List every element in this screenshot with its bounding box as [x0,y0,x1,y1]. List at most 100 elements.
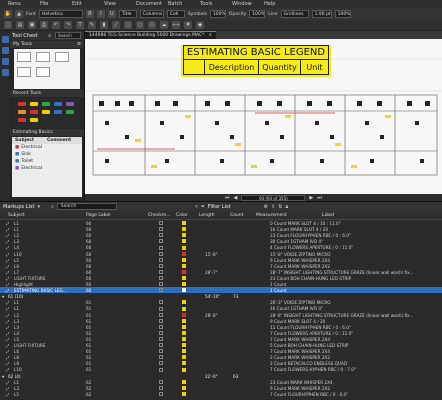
checkmark-checkbox[interactable] [159,391,163,396]
checkmark-checkbox[interactable] [159,251,163,256]
hand-tool-icon[interactable]: ✋ [4,10,12,18]
opacity-percent[interactable]: 100% [249,10,266,18]
recent-tool-swatch-icon[interactable] [42,102,50,106]
estimating-basics-section[interactable]: Estimating Basics [10,129,84,136]
column-length[interactable]: Length [199,213,215,218]
symbols-percent[interactable]: 100% [209,10,226,18]
search-icon[interactable]: ⌕ [48,33,51,39]
sort-icon[interactable]: ⇅ [278,204,282,210]
checkmark-checkbox[interactable] [159,288,163,293]
checkmark-checkbox[interactable] [159,282,163,287]
cloud-tool-icon[interactable]: ☁ [160,21,168,29]
checkmark-checkbox[interactable] [159,263,163,268]
checkmark-checkbox[interactable] [159,257,163,262]
line-tool-icon[interactable]: ╱ [112,21,120,29]
recent-tool-swatch-icon[interactable] [54,110,62,114]
filter-list-tab[interactable]: Filter List [208,204,231,210]
export-icon[interactable]: ⇪ [271,204,275,210]
column-page-label[interactable]: Page Label [86,213,110,218]
tool-stamp-icon[interactable] [36,67,50,77]
menu-item[interactable]: Edit [72,1,104,7]
checkmark-checkbox[interactable] [159,239,163,244]
checkmark-checkbox[interactable] [159,361,163,366]
checkmark-checkbox[interactable] [159,355,163,360]
menu-item[interactable]: Help [264,1,296,7]
open-icon[interactable]: ▤ [16,21,24,29]
tool-chest-search[interactable]: Search [55,32,81,39]
toolchest-tab-icon[interactable] [1,36,9,43]
recent-tool-swatch-icon[interactable] [66,102,74,106]
checkmark-checkbox[interactable] [159,245,163,250]
recent-tool-swatch-icon[interactable] [30,102,38,106]
menu-item[interactable]: Window [232,1,264,7]
settings-icon[interactable]: ⚙ [264,204,268,210]
checkmark-checkbox[interactable] [159,269,163,274]
drawing-canvas[interactable]: ESTIMATING BASIC LEGEND Description Quan… [85,39,442,194]
font-select[interactable]: Helvetica [38,10,83,18]
print-icon[interactable]: ⎙ [40,21,48,29]
layers-tab-icon[interactable] [1,69,9,76]
select-tool-icon[interactable]: ▲ [15,10,23,18]
recent-tool-swatch-icon[interactable] [42,110,50,114]
collapse-icon[interactable]: « [195,204,198,210]
list-item[interactable]: ■ Toilet [12,158,82,165]
checkmark-checkbox[interactable] [159,233,163,238]
checkmark-checkbox[interactable] [159,227,163,232]
menu-item[interactable]: Document [136,1,168,7]
close-icon[interactable]: × [208,33,212,38]
chevron-down-icon[interactable]: ▾ [37,204,40,210]
checkmark-checkbox[interactable] [159,306,163,311]
my-tools-section[interactable]: My Tools ⚙ [10,41,84,48]
checkmark-checkbox[interactable] [159,276,163,281]
recent-tool-swatch-icon[interactable] [18,118,26,122]
ellipse-tool-icon[interactable]: ○ [136,21,144,29]
markups-search-input[interactable]: Search [56,203,117,210]
cell-select[interactable]: Cell [166,10,185,18]
thumbnails-tab-icon[interactable] [1,47,9,54]
tool-stamp-icon[interactable] [17,67,31,77]
save-icon[interactable]: ▣ [28,21,36,29]
measure-tool-icon[interactable]: ⟷ [172,21,180,29]
highlight-tool-icon[interactable]: ▮ [100,21,108,29]
recent-tool-swatch-icon[interactable] [66,110,74,114]
page-number-input[interactable]: 93 (93 of 355) [241,194,306,201]
table-row[interactable]: ⤢ L5 62 7 Count FLOURHYPHEN RBC / 0 : 6.0" [0,391,442,398]
menu-item[interactable]: Renu [8,1,40,7]
columns-select[interactable]: Columns [139,10,164,18]
recent-tool-swatch-icon[interactable] [18,102,26,106]
column-label[interactable]: Label [322,213,334,218]
lock-icon[interactable]: 🔒︎ [285,204,288,210]
column-count[interactable]: Count [230,213,243,218]
previous-page-icon[interactable]: ◀ [234,195,238,201]
recent-tool-swatch-icon[interactable] [18,110,26,114]
list-item[interactable]: ■ Electrical [12,144,82,151]
settings-icon[interactable]: ⚙ [77,42,81,47]
italic-icon[interactable]: I [96,10,105,18]
recent-tool-swatch-icon[interactable] [30,110,38,114]
pen-tool-icon[interactable]: ✎ [88,21,96,29]
next-page-icon[interactable]: ▶ [309,195,313,201]
tool-stamp-icon[interactable] [55,52,69,62]
bookmarks-tab-icon[interactable] [1,58,9,65]
style-select[interactable]: Title [118,10,137,18]
checkmark-checkbox[interactable] [159,385,163,390]
list-item[interactable]: ■ Sink [12,151,82,158]
menu-item[interactable]: View [104,1,136,7]
checkmark-checkbox[interactable] [159,312,163,317]
recent-tool-swatch-icon[interactable] [54,102,62,106]
line-width-input[interactable]: 1.90 pt [311,10,332,18]
recent-tool-swatch-icon[interactable] [30,118,38,122]
undo-icon[interactable]: ↶ [52,21,60,29]
tool-stamp-icon[interactable] [36,52,50,62]
menu-item[interactable]: Tools [200,1,232,7]
line-opacity-percent[interactable]: 100% [334,10,351,18]
last-page-icon[interactable]: ⏭ [317,195,322,201]
markups-list-tab[interactable]: Markups List [3,204,34,210]
checkmark-checkbox[interactable] [159,343,163,348]
checkmark-checkbox[interactable] [159,379,163,384]
menu-item[interactable]: File [40,1,72,7]
checkmark-checkbox[interactable] [159,221,163,226]
redo-icon[interactable]: ↷ [64,21,72,29]
tool-stamp-icon[interactable] [17,52,31,62]
checkmark-checkbox[interactable] [159,300,163,305]
